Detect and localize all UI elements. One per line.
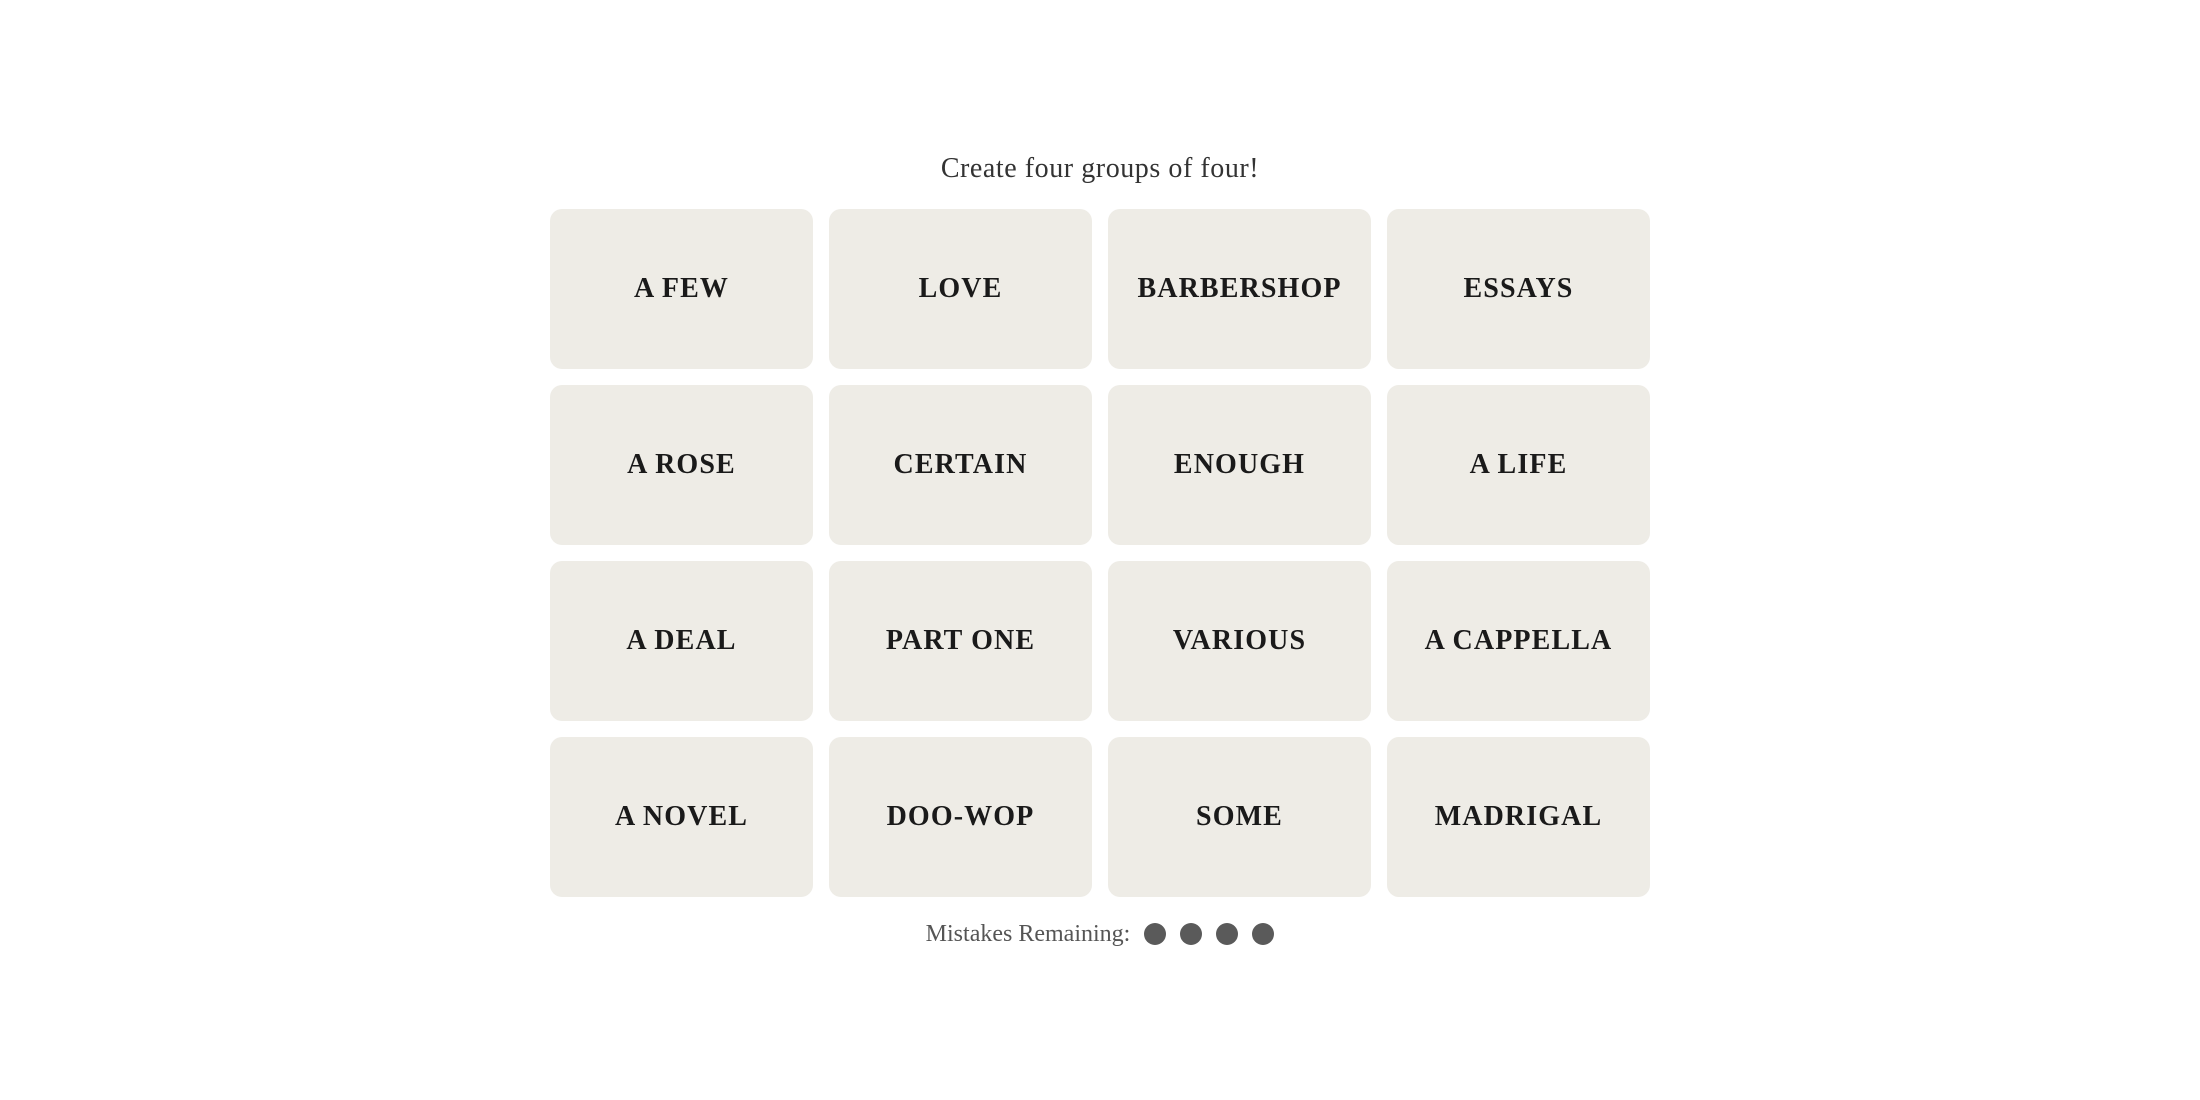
mistake-dot-2 [1180,923,1202,945]
card-a-rose-label: A ROSE [627,449,736,481]
card-madrigal-label: MADRIGAL [1435,801,1603,833]
card-a-novel[interactable]: A NOVEL [550,737,813,897]
card-essays-label: ESSAYS [1464,273,1574,305]
mistakes-row: Mistakes Remaining: [926,921,1275,948]
card-love[interactable]: LOVE [829,209,1092,369]
card-part-one[interactable]: PART ONE [829,561,1092,721]
card-a-deal[interactable]: A DEAL [550,561,813,721]
dots-container [1144,923,1274,945]
card-doo-wop[interactable]: DOO-WOP [829,737,1092,897]
card-part-one-label: PART ONE [886,625,1035,657]
card-a-few-label: A FEW [634,273,729,305]
card-essays[interactable]: ESSAYS [1387,209,1650,369]
mistake-dot-1 [1144,923,1166,945]
card-a-deal-label: A DEAL [626,625,736,657]
card-love-label: LOVE [919,273,1003,305]
card-a-life-label: A LIFE [1470,449,1568,481]
card-grid: A FEW LOVE BARBERSHOP ESSAYS A ROSE CERTAIN EN… [550,209,1650,897]
card-a-rose[interactable]: A ROSE [550,385,813,545]
card-certain-label: CERTAIN [894,449,1028,481]
card-barbershop[interactable]: BARBERSHOP [1108,209,1371,369]
card-various-label: VARIOUS [1173,625,1306,657]
subtitle: Create four groups of four! [941,153,1259,185]
card-certain[interactable]: CERTAIN [829,385,1092,545]
card-a-life[interactable]: A LIFE [1387,385,1650,545]
game-container: Create four groups of four! A FEW LOVE BAR… [550,153,1650,948]
card-barbershop-label: BARBERSHOP [1137,273,1341,305]
card-madrigal[interactable]: MADRIGAL [1387,737,1650,897]
card-enough[interactable]: ENOUGH [1108,385,1371,545]
mistakes-label: Mistakes Remaining: [926,921,1131,948]
mistake-dot-3 [1216,923,1238,945]
card-a-novel-label: A NOVEL [615,801,748,833]
card-a-cappella[interactable]: A CAPPELLA [1387,561,1650,721]
card-various[interactable]: VARIOUS [1108,561,1371,721]
card-some-label: SOME [1196,801,1283,833]
card-enough-label: ENOUGH [1174,449,1305,481]
card-some[interactable]: SOME [1108,737,1371,897]
mistake-dot-4 [1252,923,1274,945]
card-a-few[interactable]: A FEW [550,209,813,369]
card-doo-wop-label: DOO-WOP [887,801,1035,833]
card-a-cappella-label: A CAPPELLA [1425,625,1613,657]
